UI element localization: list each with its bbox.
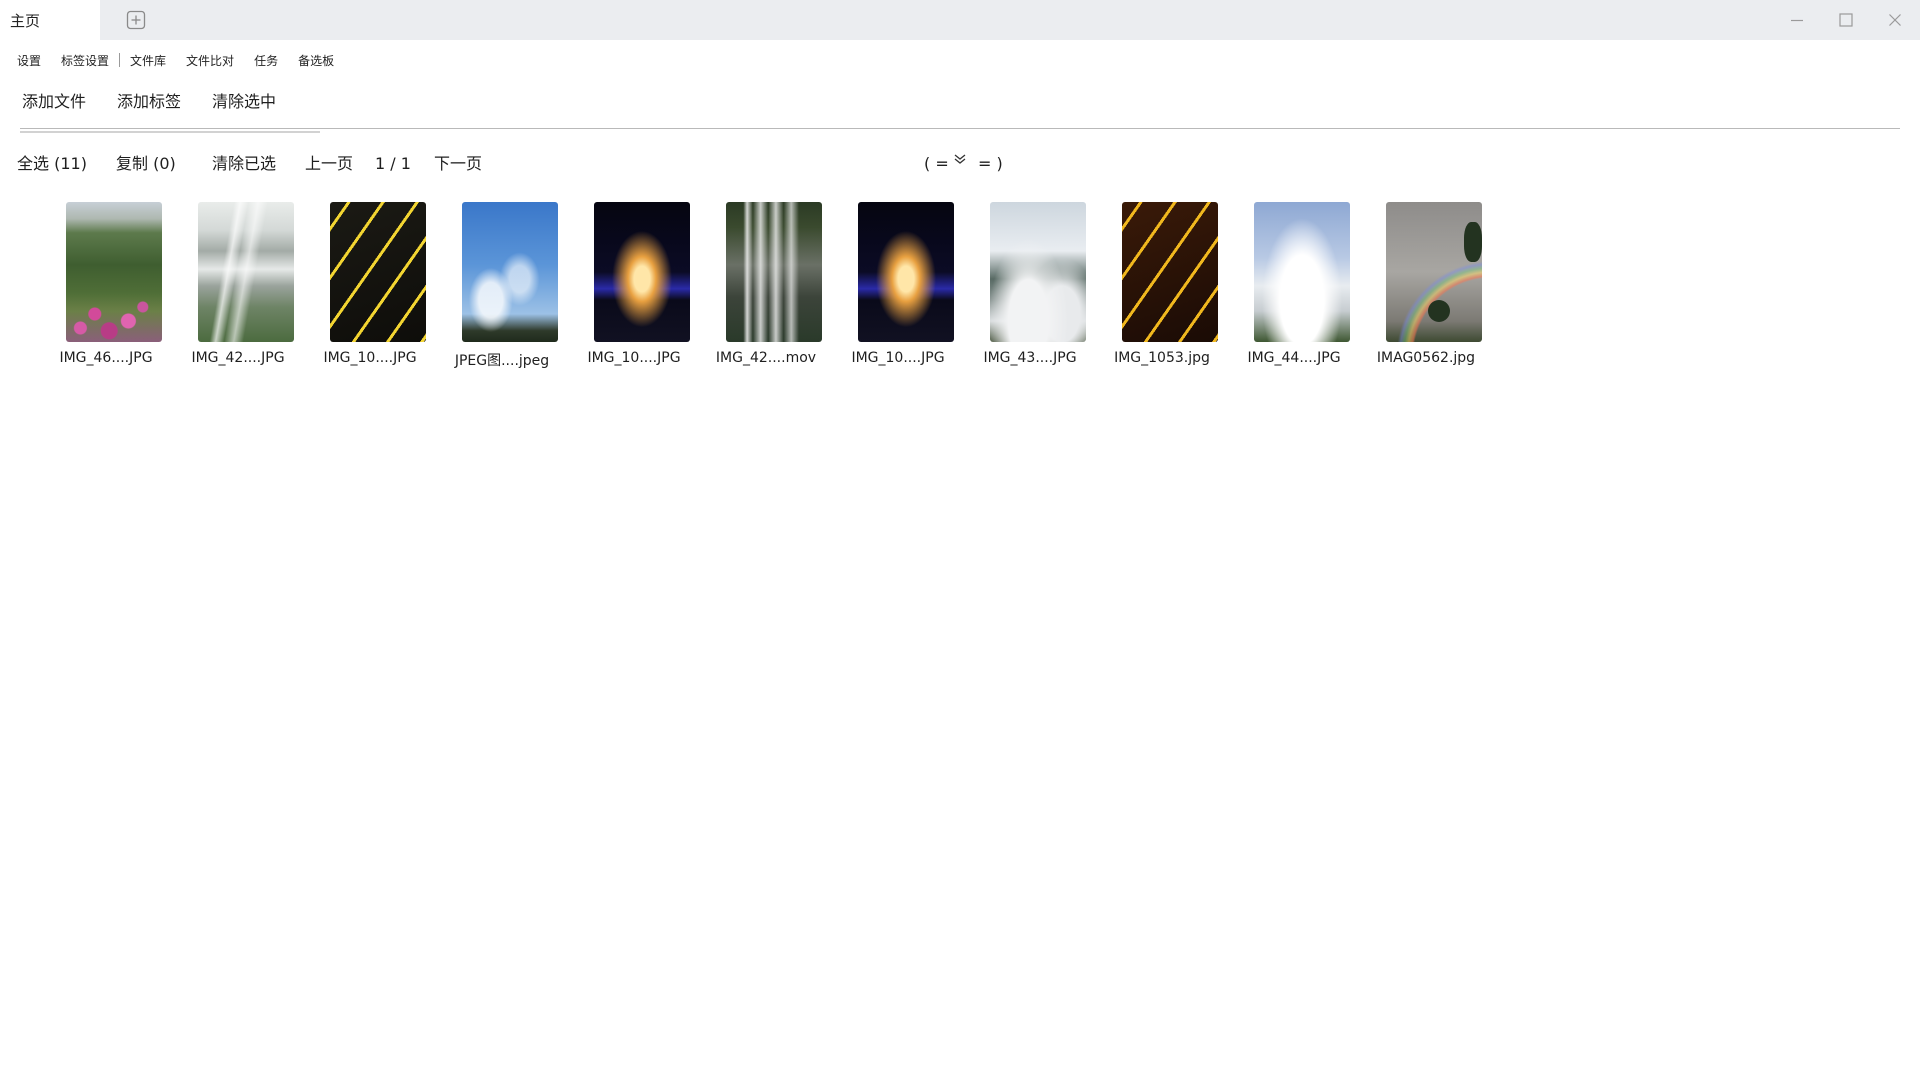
file-thumbnail[interactable] (990, 202, 1086, 342)
file-thumbnail[interactable] (1122, 202, 1218, 342)
file-name: IMG_10....JPG (323, 350, 417, 366)
new-tab-icon[interactable] (126, 10, 146, 30)
close-icon[interactable] (1885, 10, 1905, 30)
copy-button[interactable]: 复制 (0) (116, 152, 176, 176)
file-name: IMG_10....JPG (851, 350, 945, 366)
page-indicator: 1 / 1 (375, 154, 411, 173)
file-thumbnail[interactable] (594, 202, 690, 342)
menu-file-compare[interactable]: 文件比对 (186, 52, 234, 69)
file-item[interactable]: IMG_10....JPG (568, 202, 700, 382)
view-toggle-end[interactable]: = ) (978, 152, 1003, 176)
title-bar: 主页 (0, 0, 1920, 40)
file-name: IMAG0562.jpg (1376, 350, 1476, 366)
file-name: IMG_46....JPG (59, 350, 153, 366)
file-thumbnail[interactable] (1386, 202, 1482, 342)
view-toggle-start[interactable]: ( = (924, 152, 949, 176)
file-item[interactable]: IMG_42....JPG (172, 202, 304, 382)
file-item[interactable]: IMG_46....JPG (40, 202, 172, 382)
file-name: IMG_43....JPG (983, 350, 1077, 366)
file-item[interactable]: IMAG0562.jpg (1360, 202, 1492, 382)
file-name: IMG_1053.jpg (1114, 350, 1210, 366)
file-name: IMG_44....JPG (1247, 350, 1341, 366)
file-thumbnail[interactable] (858, 202, 954, 342)
file-item[interactable]: IMG_44....JPG (1228, 202, 1360, 382)
select-all-button[interactable]: 全选 (11) (17, 152, 87, 176)
add-file-button[interactable]: 添加文件 (22, 88, 86, 112)
menu-settings[interactable]: 设置 (17, 52, 41, 69)
clear-selected-button[interactable]: 清除选中 (212, 88, 276, 112)
action-toolbar: 添加文件 添加标签 清除选中 (22, 88, 307, 112)
menu-file-library[interactable]: 文件库 (130, 52, 166, 69)
file-item[interactable]: JPEG图....jpeg (436, 202, 568, 382)
file-item[interactable]: IMG_10....JPG (832, 202, 964, 382)
toolbar-divider (20, 128, 1900, 129)
menu-tasks[interactable]: 任务 (254, 52, 278, 69)
add-tag-button[interactable]: 添加标签 (117, 88, 181, 112)
tree-shape (1428, 300, 1450, 322)
file-item[interactable]: IMG_42....mov (700, 202, 832, 382)
file-name: IMG_42....mov (715, 350, 817, 366)
next-page-button[interactable]: 下一页 (434, 152, 482, 176)
file-thumbnail[interactable] (726, 202, 822, 342)
file-item[interactable]: IMG_10....JPG (304, 202, 436, 382)
menu-candidate-board[interactable]: 备选板 (298, 52, 334, 69)
chevron-down-icon[interactable] (952, 150, 968, 174)
progress-track (20, 131, 320, 133)
file-name: IMG_10....JPG (587, 350, 681, 366)
minimize-icon[interactable] (1787, 10, 1807, 30)
file-name: JPEG图....jpeg (454, 353, 550, 369)
file-name: IMG_42....JPG (191, 350, 285, 366)
file-thumbnail[interactable] (66, 202, 162, 342)
tree-shape (1464, 222, 1482, 262)
file-thumbnail[interactable] (198, 202, 294, 342)
clear-selection-button[interactable]: 清除已选 (212, 152, 276, 176)
tab-home[interactable]: 主页 (0, 0, 100, 40)
prev-page-button[interactable]: 上一页 (305, 152, 353, 176)
menu-bar: 设置 标签设置 文件库 文件比对 任务 备选板 (0, 49, 334, 71)
file-item[interactable]: IMG_43....JPG (964, 202, 1096, 382)
file-thumbnail[interactable] (1254, 202, 1350, 342)
menu-tag-settings[interactable]: 标签设置 (61, 52, 109, 69)
file-grid: IMG_46....JPG IMG_42....JPG IMG_10....JP… (40, 202, 1520, 382)
file-thumbnail[interactable] (462, 202, 558, 342)
file-item[interactable]: IMG_1053.jpg (1096, 202, 1228, 382)
tab-home-label: 主页 (10, 11, 41, 30)
maximize-icon[interactable] (1836, 10, 1856, 30)
menu-separator (119, 53, 121, 67)
file-thumbnail[interactable] (330, 202, 426, 342)
